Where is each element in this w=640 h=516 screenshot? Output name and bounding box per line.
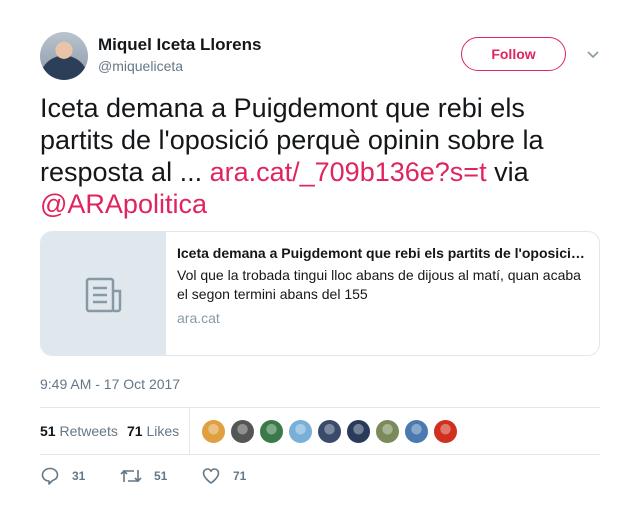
tweet-actions: 31 51 71 (40, 466, 600, 490)
card-body: Iceta demana a Puigdemont que rebi els p… (177, 244, 589, 327)
divider (40, 454, 600, 455)
reply-button[interactable]: 31 (40, 466, 85, 486)
tweet-header: Miquel Iceta Llorens @miqueliceta Follow (40, 32, 600, 80)
avatar[interactable] (40, 32, 88, 80)
like-button[interactable]: 71 (201, 466, 246, 486)
card-title: Iceta demana a Puigdemont que rebi els p… (177, 245, 589, 261)
link-card[interactable]: Iceta demana a Puigdemont que rebi els p… (40, 231, 600, 356)
user-name[interactable]: Miquel Iceta Llorens (98, 35, 261, 55)
tweet-timestamp[interactable]: 9:49 AM - 17 Oct 2017 (40, 376, 180, 392)
stats-separator (189, 408, 190, 454)
follow-button[interactable]: Follow (461, 37, 566, 71)
likes-stat[interactable]: 71 Likes (127, 423, 179, 439)
liker-avatars (201, 419, 462, 444)
retweets-stat-label: Retweets (59, 423, 118, 439)
liker-avatar[interactable] (259, 419, 284, 444)
tweet-text: Iceta demana a Puigdemont que rebi els p… (40, 92, 600, 220)
retweets-stat[interactable]: 51 Retweets (40, 423, 118, 439)
liker-avatar[interactable] (317, 419, 342, 444)
retweet-count: 51 (154, 469, 168, 483)
card-thumbnail (41, 232, 166, 355)
liker-avatar[interactable] (288, 419, 313, 444)
user-handle[interactable]: @miqueliceta (98, 58, 183, 74)
retweet-button[interactable]: 51 (120, 466, 167, 486)
reply-count: 31 (72, 469, 86, 483)
liker-avatar[interactable] (201, 419, 226, 444)
chevron-down-icon[interactable] (586, 47, 600, 61)
tweet-mention[interactable]: @ARApolitica (40, 189, 207, 219)
reply-icon (41, 467, 59, 485)
likes-stat-label: Likes (146, 423, 180, 439)
liker-avatar[interactable] (375, 419, 400, 444)
tweet: Miquel Iceta Llorens @miqueliceta Follow… (40, 32, 600, 485)
retweets-stat-count: 51 (40, 423, 56, 439)
heart-icon (202, 468, 220, 484)
card-domain: ara.cat (177, 310, 220, 326)
liker-avatar[interactable] (404, 419, 429, 444)
document-icon (85, 277, 121, 312)
like-count: 71 (233, 469, 247, 483)
liker-avatar[interactable] (230, 419, 255, 444)
card-description: Vol que la trobada tingui lloc abans de … (177, 267, 581, 302)
liker-avatar[interactable] (433, 419, 458, 444)
liker-avatar[interactable] (346, 419, 371, 444)
retweet-icon (120, 469, 142, 483)
tweet-stats: 51 Retweets 71 Likes (40, 408, 600, 454)
tweet-text-via: via (486, 157, 529, 187)
likes-stat-count: 71 (127, 423, 143, 439)
tweet-link[interactable]: ara.cat/_709b136e?s=t (210, 157, 487, 187)
